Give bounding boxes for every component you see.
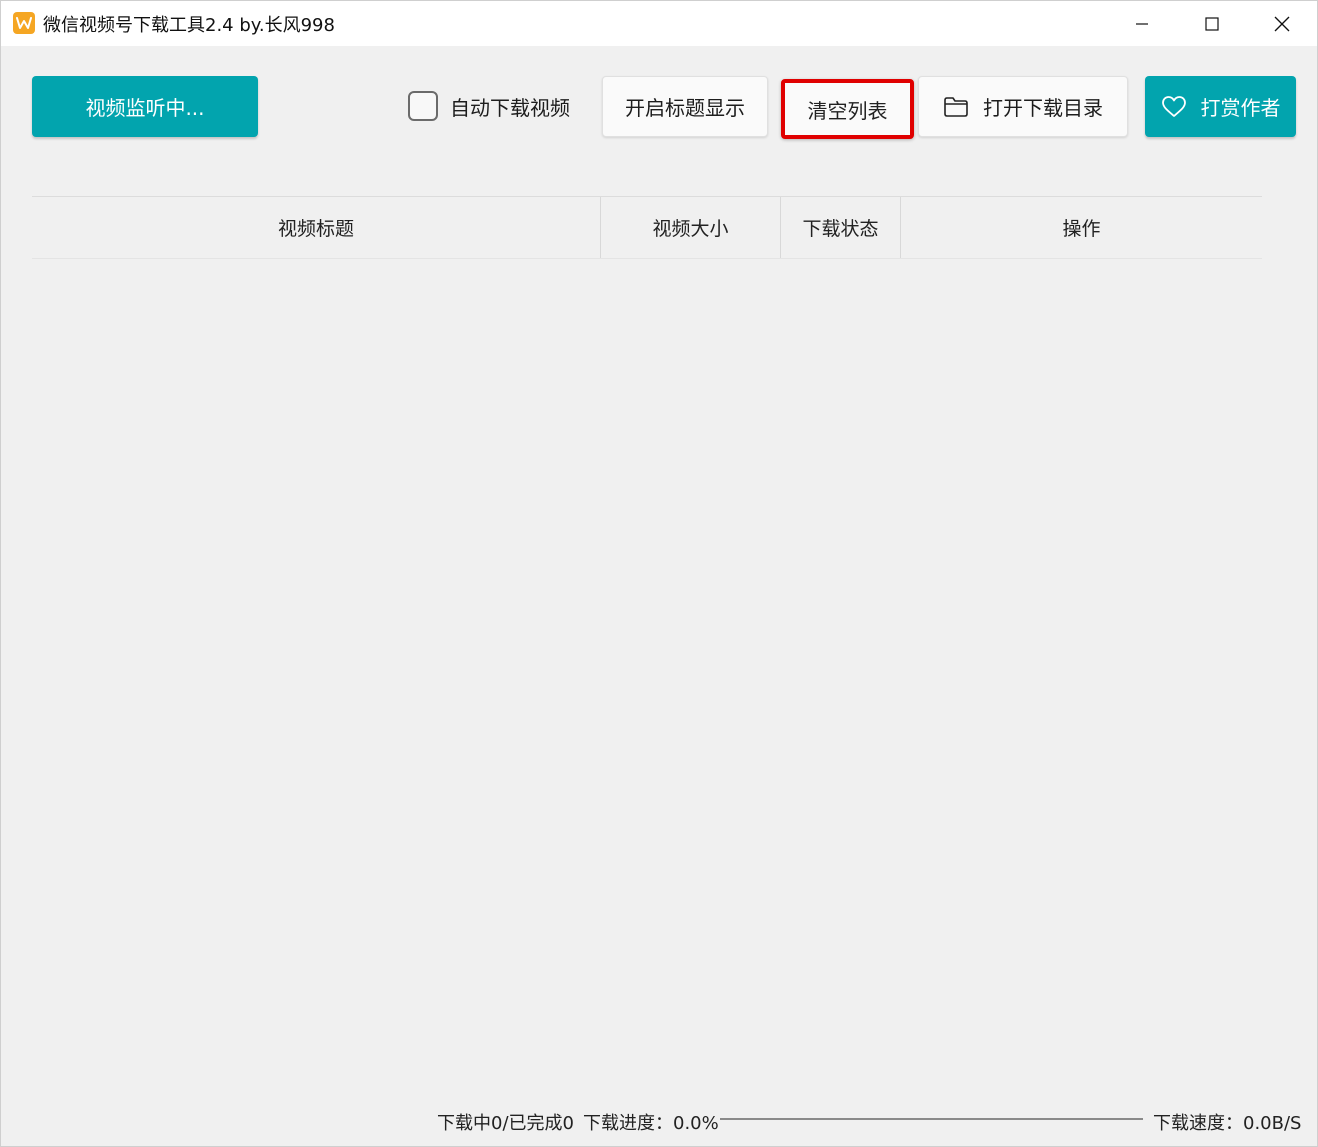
auto-download-label: 自动下载视频	[450, 95, 570, 120]
folder-icon	[944, 96, 968, 117]
auto-download-checkbox[interactable]: 自动下载视频	[408, 90, 570, 122]
column-header-size[interactable]: 视频大小	[601, 197, 781, 258]
open-download-dir-button[interactable]: 打开下载目录	[918, 76, 1128, 137]
clear-list-button[interactable]: 清空列表	[781, 79, 914, 139]
status-bar: 下载中0/已完成0 下载进度：0.0% 下载速度：0.0B/S	[1, 1101, 1317, 1141]
title-display-button-label: 开启标题显示	[625, 96, 745, 120]
title-bar[interactable]: 微信视频号下载工具2.4 by.长风998	[1, 1, 1317, 46]
download-speed-label: 下载速度：0.0B/S	[1153, 1113, 1302, 1134]
open-download-dir-label: 打开下载目录	[983, 96, 1103, 120]
clear-list-button-label: 清空列表	[807, 98, 888, 123]
download-counts: 下载中0/已完成0	[437, 1113, 574, 1134]
close-button[interactable]	[1247, 1, 1317, 46]
monitor-button[interactable]: 视频监听中...	[32, 76, 258, 137]
app-logo-icon	[13, 12, 35, 34]
maximize-icon	[1205, 16, 1219, 31]
column-header-title[interactable]: 视频标题	[32, 197, 601, 258]
monitor-button-label: 视频监听中...	[85, 96, 205, 120]
minimize-icon	[1136, 22, 1148, 25]
window-title: 微信视频号下载工具2.4 by.长风998	[43, 15, 335, 36]
column-header-actions[interactable]: 操作	[901, 197, 1262, 258]
title-display-button[interactable]: 开启标题显示	[602, 76, 768, 137]
video-table-header: 视频标题 视频大小 下载状态 操作	[32, 196, 1262, 259]
download-progress-bar	[720, 1118, 1143, 1120]
reward-author-label: 打赏作者	[1200, 96, 1281, 120]
maximize-button[interactable]	[1177, 1, 1247, 46]
minimize-button[interactable]	[1107, 1, 1177, 46]
download-progress-label: 下载进度：0.0%	[583, 1113, 719, 1134]
auto-download-checkbox-box[interactable]	[408, 91, 438, 121]
column-header-status[interactable]: 下载状态	[781, 197, 901, 258]
heart-icon	[1161, 95, 1186, 117]
close-icon	[1274, 16, 1290, 31]
app-window: 微信视频号下载工具2.4 by.长风998 视频监听中... 自动下载视频 开启…	[0, 0, 1318, 1147]
reward-author-button[interactable]: 打赏作者	[1145, 76, 1296, 137]
